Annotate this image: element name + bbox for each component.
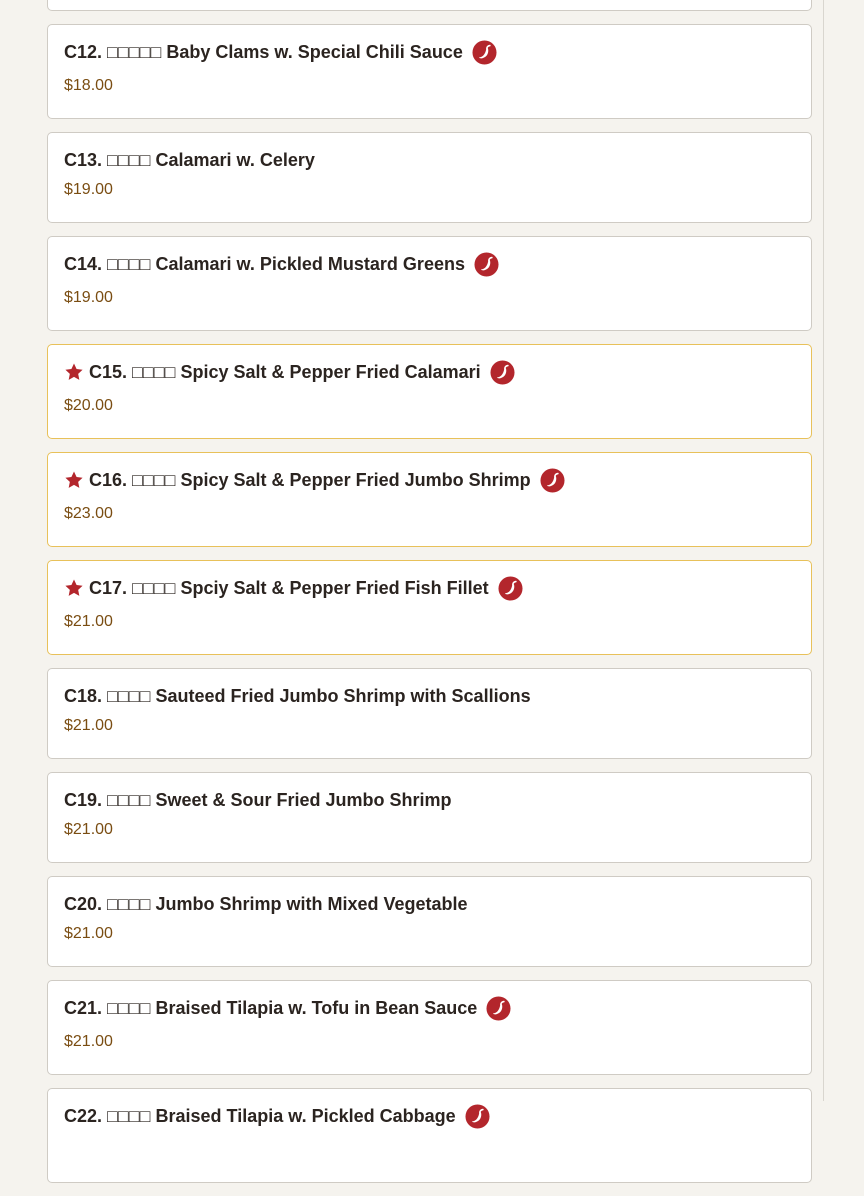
menu-item-price: $21.00 (64, 925, 113, 942)
menu-item-price: $21.00 (64, 613, 113, 630)
menu-item-card[interactable]: C13. □□□□ Calamari w. Celery $19.00 (47, 132, 812, 223)
menu-item-card[interactable]: C15. □□□□ Spicy Salt & Pepper Fried Cala… (47, 344, 812, 439)
menu-item-card[interactable]: C19. □□□□ Sweet & Sour Fried Jumbo Shrim… (47, 772, 812, 863)
menu-item-card[interactable]: C20. □□□□ Jumbo Shrimp with Mixed Vegeta… (47, 876, 812, 967)
menu-item-price: $20.00 (64, 397, 113, 414)
chili-pepper-icon (465, 1103, 490, 1129)
menu-item-title-row: C19. □□□□ Sweet & Sour Fried Jumbo Shrim… (64, 787, 795, 813)
menu-item-price: $21.00 (64, 1033, 113, 1050)
menu-item-name: C21. □□□□ Braised Tilapia w. Tofu in Bea… (64, 997, 478, 1018)
chili-pepper-icon (472, 39, 497, 65)
menu-item-price: $21.00 (64, 717, 113, 734)
menu-item-title-row: C20. □□□□ Jumbo Shrimp with Mixed Vegeta… (64, 891, 795, 917)
menu-item-title-row: C15. □□□□ Spicy Salt & Pepper Fried Cala… (64, 359, 795, 385)
menu-item-price: $18.00 (64, 77, 113, 94)
chili-pepper-icon (474, 251, 499, 277)
menu-item-name: C17. □□□□ Spciy Salt & Pepper Fried Fish… (89, 577, 489, 598)
menu-item-card[interactable]: C17. □□□□ Spciy Salt & Pepper Fried Fish… (47, 560, 812, 655)
star-icon (65, 579, 83, 596)
menu-item-name: C12. □□□□□ Baby Clams w. Special Chili S… (64, 41, 463, 62)
menu-item-title-row: C22. □□□□ Braised Tilapia w. Pickled Cab… (64, 1103, 795, 1129)
menu-item-price: $21.00 (64, 821, 113, 838)
menu-item-list: C12. □□□□□ Baby Clams w. Special Chili S… (47, 0, 812, 1196)
chili-pepper-icon (540, 467, 565, 493)
menu-item-card[interactable]: C16. □□□□ Spicy Salt & Pepper Fried Jumb… (47, 452, 812, 547)
menu-item-card[interactable]: C21. □□□□ Braised Tilapia w. Tofu in Bea… (47, 980, 812, 1075)
menu-item-price: $23.00 (64, 505, 113, 522)
star-icon (65, 471, 83, 488)
menu-item-card[interactable] (47, 0, 812, 11)
chili-pepper-icon (498, 575, 523, 601)
menu-item-title-row: C17. □□□□ Spciy Salt & Pepper Fried Fish… (64, 575, 795, 601)
menu-item-name: C18. □□□□ Sauteed Fried Jumbo Shrimp wit… (64, 685, 531, 706)
menu-item-title-row: C12. □□□□□ Baby Clams w. Special Chili S… (64, 39, 795, 65)
menu-item-title-row: C14. □□□□ Calamari w. Pickled Mustard Gr… (64, 251, 795, 277)
menu-item-title-row: C16. □□□□ Spicy Salt & Pepper Fried Jumb… (64, 467, 795, 493)
menu-item-title-row: C18. □□□□ Sauteed Fried Jumbo Shrimp wit… (64, 683, 795, 709)
star-icon (65, 363, 83, 380)
menu-item-title-row: C13. □□□□ Calamari w. Celery (64, 147, 795, 173)
menu-item-card[interactable]: C22. □□□□ Braised Tilapia w. Pickled Cab… (47, 1088, 812, 1183)
menu-item-name: C15. □□□□ Spicy Salt & Pepper Fried Cala… (89, 361, 481, 382)
menu-column: C12. □□□□□ Baby Clams w. Special Chili S… (0, 0, 824, 1183)
chili-pepper-icon (490, 359, 515, 385)
menu-item-card[interactable]: C18. □□□□ Sauteed Fried Jumbo Shrimp wit… (47, 668, 812, 759)
menu-item-name: C20. □□□□ Jumbo Shrimp with Mixed Vegeta… (64, 893, 468, 914)
menu-item-name: C13. □□□□ Calamari w. Celery (64, 149, 315, 170)
menu-item-name: C22. □□□□ Braised Tilapia w. Pickled Cab… (64, 1105, 456, 1126)
menu-item-card[interactable]: C14. □□□□ Calamari w. Pickled Mustard Gr… (47, 236, 812, 331)
chili-pepper-icon (486, 995, 511, 1021)
menu-item-price: $19.00 (64, 181, 113, 198)
menu-item-title-row: C21. □□□□ Braised Tilapia w. Tofu in Bea… (64, 995, 795, 1021)
menu-item-name: C19. □□□□ Sweet & Sour Fried Jumbo Shrim… (64, 789, 452, 810)
menu-item-card[interactable]: C12. □□□□□ Baby Clams w. Special Chili S… (47, 24, 812, 119)
menu-item-name: C14. □□□□ Calamari w. Pickled Mustard Gr… (64, 253, 465, 274)
menu-item-name: C16. □□□□ Spicy Salt & Pepper Fried Jumb… (89, 469, 531, 490)
menu-item-price: $19.00 (64, 289, 113, 306)
